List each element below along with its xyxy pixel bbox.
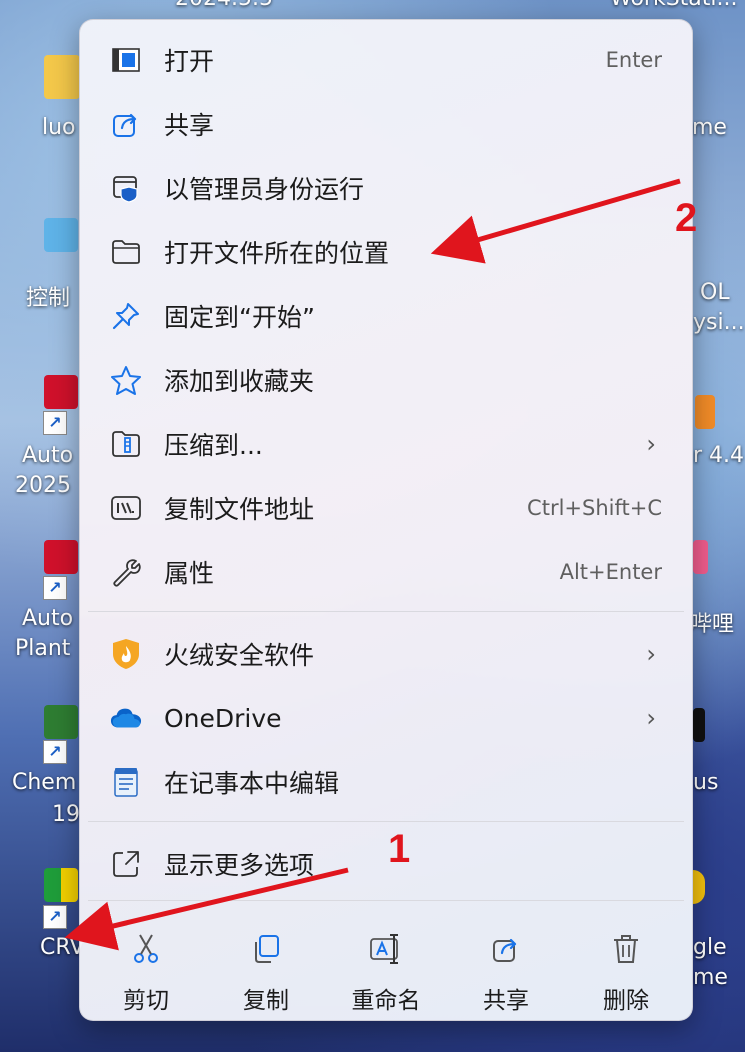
- huorong-icon: [110, 638, 142, 670]
- menu-item-edit-in-notepad[interactable]: 在记事本中编辑: [80, 750, 692, 814]
- shortcut-arrow-icon: ↗: [43, 740, 67, 764]
- clipped-date-text: 2024.5.5: [175, 0, 273, 11]
- menu-item-open[interactable]: 打开 Enter: [80, 28, 692, 92]
- menu-item-onedrive[interactable]: OneDrive ›: [80, 686, 692, 750]
- chevron-right-icon: ›: [646, 430, 656, 458]
- menu-item-run-as-admin[interactable]: 以管理员身份运行: [80, 156, 692, 220]
- admin-shield-icon: [110, 172, 142, 204]
- show-more-icon: [110, 848, 142, 880]
- chrome-icon: [693, 870, 705, 904]
- rename-icon: [336, 925, 436, 973]
- delete-button[interactable]: 删除: [576, 925, 676, 1015]
- open-icon: [110, 44, 142, 76]
- zip-folder-icon: [110, 428, 142, 460]
- clipped-workstation-text: WorkStati...: [610, 0, 738, 11]
- pin-icon: [110, 300, 142, 332]
- share-icon: [110, 108, 142, 140]
- menu-item-share[interactable]: 共享: [80, 92, 692, 156]
- menu-separator: [88, 611, 684, 612]
- folder-icon: [110, 236, 142, 268]
- crv-icon: [44, 868, 78, 902]
- scissors-icon: [96, 925, 196, 973]
- chevron-right-icon: ›: [646, 704, 656, 732]
- annotation-number-2: 2: [675, 196, 698, 240]
- annotation-number-1: 1: [388, 827, 411, 871]
- app-icon: [695, 395, 715, 429]
- copy-button[interactable]: 复制: [216, 925, 316, 1015]
- menu-item-copy-as-path[interactable]: 复制文件地址 Ctrl+Shift+C: [80, 476, 692, 540]
- trash-icon: [576, 925, 676, 973]
- menu-item-open-file-location[interactable]: 打开文件所在的位置: [80, 220, 692, 284]
- chemdraw-icon: [44, 705, 78, 739]
- menu-item-properties[interactable]: 属性 Alt+Enter: [80, 540, 692, 604]
- menu-item-pin-to-start[interactable]: 固定到“开始”: [80, 284, 692, 348]
- rename-button[interactable]: 重命名: [336, 925, 436, 1015]
- copy-path-icon: [110, 492, 142, 524]
- menu-item-compress-to[interactable]: 压缩到... ›: [80, 412, 692, 476]
- shortcut-arrow-icon: ↗: [43, 411, 67, 435]
- chevron-right-icon: ›: [646, 640, 656, 668]
- menu-item-huorong[interactable]: 火绒安全软件 ›: [80, 622, 692, 686]
- notepad-icon: [110, 766, 142, 798]
- cut-button[interactable]: 剪切: [96, 925, 196, 1015]
- star-icon: [110, 364, 142, 396]
- share-button[interactable]: 共享: [456, 925, 556, 1015]
- bilibili-icon: [693, 540, 708, 574]
- menu-item-show-more-options[interactable]: 显示更多选项: [80, 832, 692, 896]
- shortcut-arrow-icon: ↗: [43, 905, 67, 929]
- folder-icon: [44, 55, 80, 99]
- shortcut-arrow-icon: ↗: [43, 576, 67, 600]
- wrench-icon: [110, 556, 142, 588]
- control-panel-icon: [44, 218, 78, 252]
- context-menu: 打开 Enter 共享 以管理员身份运行 打开文件所在的位置 固定到“开始” 添…: [79, 19, 693, 1021]
- onedrive-icon: [110, 702, 142, 734]
- autocad-icon: [44, 375, 78, 409]
- menu-separator: [88, 821, 684, 822]
- autocad-plant-icon: [44, 540, 78, 574]
- menu-item-add-to-favorites[interactable]: 添加到收藏夹: [80, 348, 692, 412]
- app-icon: [693, 708, 705, 742]
- copy-icon: [216, 925, 316, 973]
- menu-separator: [88, 900, 684, 901]
- share-icon: [456, 925, 556, 973]
